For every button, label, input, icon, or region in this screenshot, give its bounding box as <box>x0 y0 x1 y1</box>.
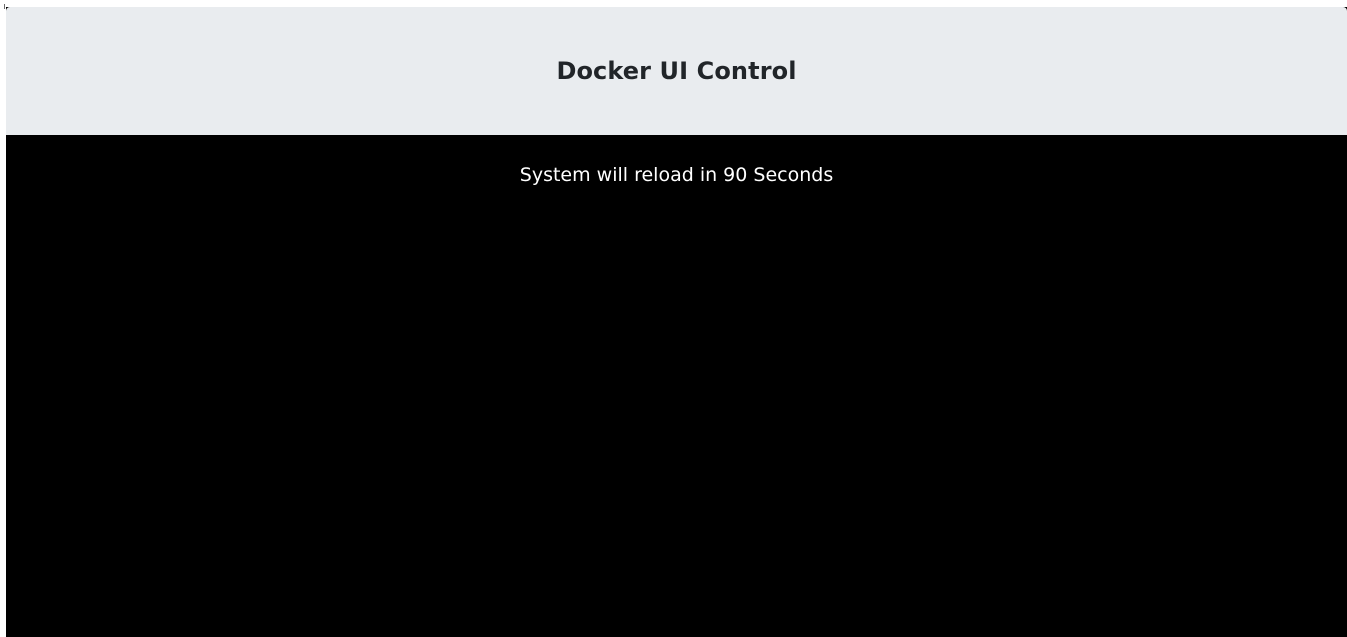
page: Docker UI Control System will reload in … <box>0 0 1347 637</box>
reload-countdown-message: System will reload in 90 Seconds <box>519 164 834 186</box>
page-title: Docker UI Control <box>556 57 797 85</box>
corner-mark <box>4 4 5 9</box>
status-panel: System will reload in 90 Seconds <box>6 135 1347 637</box>
app-frame: Docker UI Control System will reload in … <box>6 7 1347 637</box>
header-bar: Docker UI Control <box>6 7 1347 135</box>
